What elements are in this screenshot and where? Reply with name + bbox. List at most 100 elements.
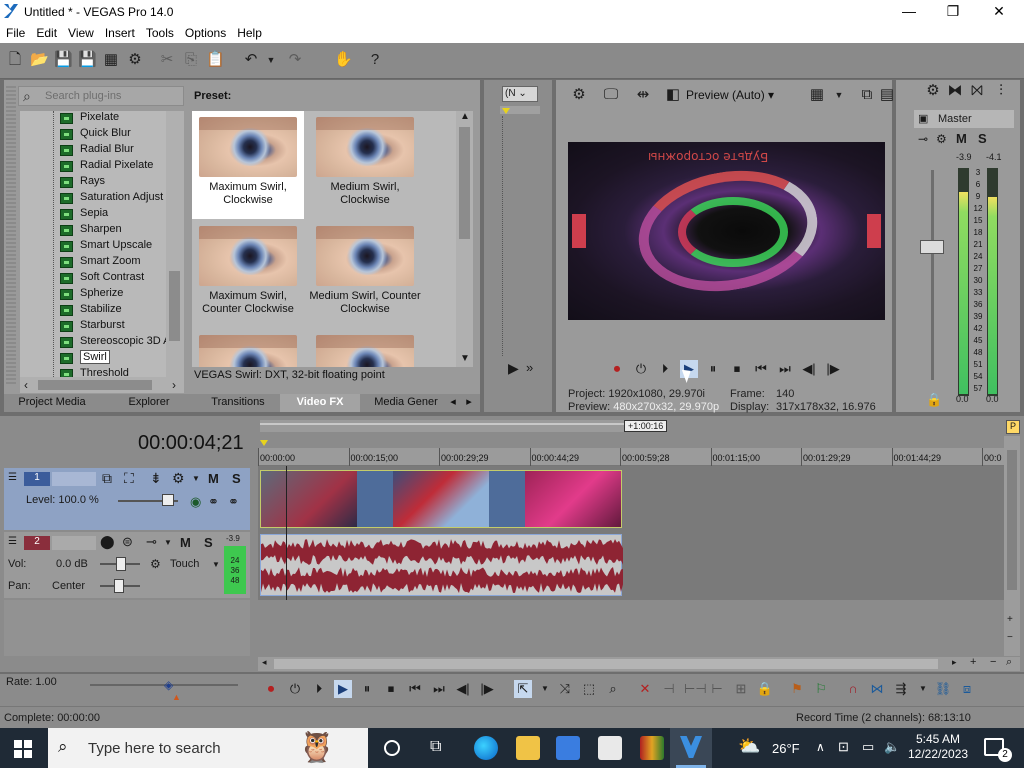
weather-icon[interactable]: ⛅	[738, 736, 760, 757]
scroll-left-icon[interactable]: ‹	[24, 378, 28, 392]
record-icon[interactable]: ⏺	[262, 680, 280, 698]
marker-bar[interactable]	[260, 420, 626, 432]
tool-dropdown-icon[interactable]: ▼	[536, 680, 554, 698]
loop-icon[interactable]: ⏻	[632, 360, 650, 378]
tab-media-generators[interactable]: Media Gener	[370, 394, 442, 412]
display-icon[interactable]: ▭	[862, 739, 874, 755]
undo-dropdown-icon[interactable]: ▼	[262, 51, 280, 69]
external-monitor-icon[interactable]: 🖵	[602, 86, 620, 104]
trimmer-dropdown[interactable]: (N ⌄	[502, 86, 538, 102]
network-icon[interactable]: ⊡	[838, 739, 849, 755]
grid-dropdown-icon[interactable]: ▼	[830, 86, 848, 104]
track-name-field[interactable]	[52, 472, 96, 486]
tab-project-media[interactable]: Project Media	[4, 394, 100, 412]
previous-frame-icon[interactable]: ◀|	[454, 680, 472, 698]
whats-this-icon[interactable]: ✋	[334, 51, 353, 69]
split-icon[interactable]: ⊞	[732, 680, 750, 698]
play-from-start-icon[interactable]: ⏵	[656, 360, 674, 378]
preview-settings-gear-icon[interactable]: ⚙	[570, 86, 588, 104]
master-fx-gear-icon[interactable]: ⚙	[924, 82, 942, 100]
tab-video-fx[interactable]: Video FX	[280, 394, 360, 412]
master-insert-icon[interactable]: ⊸	[918, 132, 928, 146]
ignore-grouping-icon[interactable]: ⧈	[958, 680, 976, 698]
task-view-icon[interactable]: ⧉	[430, 738, 441, 756]
open-icon[interactable]: 📂	[30, 51, 49, 69]
auto-ripple-icon[interactable]: ⇶	[892, 680, 910, 698]
lock-envelopes-icon[interactable]: ⛓	[934, 680, 952, 698]
normal-edit-tool-icon[interactable]: ⇱	[514, 680, 532, 698]
tab-explorer[interactable]: Explorer	[108, 394, 190, 412]
scroll-down-icon[interactable]: ▼	[460, 353, 470, 364]
trim-end-icon[interactable]: ⊢	[708, 680, 726, 698]
paste-icon[interactable]: 📋	[206, 51, 225, 69]
audio-track-header[interactable]: ☰ 2 ⬤ ⊜ ⊸ ▼ M S -3.9 24 36 48 Vol: 0.0 dB …	[4, 532, 250, 598]
help-icon[interactable]: ?	[366, 51, 384, 69]
vegas-taskbar-item[interactable]	[670, 728, 712, 768]
automation-gear-icon[interactable]: ⚙	[150, 557, 161, 571]
preset-max-swirl-cw[interactable]: Maximum Swirl, Clockwise	[192, 111, 304, 219]
preset-med-swirl-ccw[interactable]: Medium Swirl, Counter Clockwise	[309, 220, 421, 328]
video-event[interactable]	[260, 470, 622, 528]
snap-icon[interactable]: P	[1006, 420, 1020, 434]
scroll-right-icon[interactable]: ›	[172, 378, 176, 392]
file-explorer-icon[interactable]	[516, 736, 540, 760]
panel-grip[interactable]	[6, 86, 16, 386]
mixer-properties-icon[interactable]: ⫶	[992, 82, 1010, 100]
tab-transitions[interactable]: Transitions	[196, 394, 280, 412]
menu-tools[interactable]: Tools	[140, 24, 179, 40]
collapse-icon[interactable]: ☰	[8, 536, 17, 547]
playhead-cursor[interactable]	[286, 466, 287, 600]
time-ruler[interactable]: 00:00:00 00:00:15;00 00:00:29;29 00:00:44;2…	[258, 448, 1004, 466]
trim-icon[interactable]: ⊢⊣	[684, 680, 707, 698]
pan-crop-icon[interactable]: ⛶	[124, 470, 134, 487]
scroll-left-icon[interactable]: ◂	[262, 657, 267, 668]
master-fx-icon[interactable]: ⚙	[936, 132, 947, 146]
stop-icon[interactable]: ⏹	[728, 360, 746, 378]
snapping-icon[interactable]: ∩	[844, 680, 862, 698]
motion-icon[interactable]: ⧉	[102, 470, 112, 487]
record-icon[interactable]: ⏺	[608, 360, 626, 378]
scroll-up-icon[interactable]: ▲	[460, 111, 470, 122]
copy-snapshot-icon[interactable]: ⧉	[858, 86, 876, 104]
master-mute-button[interactable]: M	[956, 131, 967, 146]
tabs-right-icon[interactable]: ▸	[462, 394, 476, 412]
tabs-left-icon[interactable]: ◂	[446, 394, 460, 412]
delete-icon[interactable]: ✕	[636, 680, 654, 698]
undo-icon[interactable]: ↶	[242, 51, 260, 69]
scroll-thumb[interactable]	[459, 127, 470, 239]
preview-quality-dropdown[interactable]: Preview (Auto) ▾	[686, 88, 774, 102]
track-fx-icon[interactable]: ⚙	[172, 470, 185, 487]
render-icon[interactable]: ▦	[102, 51, 120, 69]
stop-icon[interactable]: ⏹	[382, 680, 400, 698]
go-to-start-icon[interactable]: ⏮	[406, 680, 424, 698]
plugin-search-input[interactable]: ⌕ Search plug-ins	[18, 86, 184, 106]
mute-button[interactable]: M	[208, 471, 219, 486]
previous-frame-icon[interactable]: ◀|	[800, 360, 818, 378]
cortana-icon[interactable]	[384, 740, 400, 756]
preset-thumb-partial[interactable]	[309, 329, 421, 367]
scroll-thumb[interactable]	[1007, 450, 1017, 590]
lock-icon[interactable]: 🔒	[926, 392, 942, 408]
zoom-tool-icon[interactable]: ⌕	[604, 680, 622, 698]
mute-button[interactable]: M	[180, 535, 191, 550]
cut-icon[interactable]: ✂	[158, 51, 176, 69]
start-button[interactable]	[14, 740, 32, 758]
edge-icon[interactable]	[474, 736, 498, 760]
compositing-icon[interactable]: ⇟	[150, 470, 162, 487]
composite-mode-icon[interactable]: ◉	[190, 494, 201, 510]
trim-start-icon[interactable]: ⊣	[660, 680, 678, 698]
menu-options[interactable]: Options	[179, 24, 231, 40]
menu-edit[interactable]: Edit	[30, 24, 62, 40]
redo-icon[interactable]: ↷	[286, 51, 304, 69]
arm-record-icon[interactable]: ⬤	[100, 534, 115, 550]
zoom-tool-icon[interactable]: ⌕	[1006, 656, 1012, 669]
play-icon[interactable]: ▶	[334, 680, 352, 698]
trimmer-next-icon[interactable]: »	[526, 360, 533, 375]
dropdown-icon[interactable]: ▼	[212, 560, 220, 569]
volume-icon[interactable]: 🔈	[884, 739, 900, 755]
envelope-tool-icon[interactable]: ⤨	[556, 680, 574, 698]
pause-icon[interactable]: ⏸	[704, 360, 722, 378]
master-fader-handle[interactable]	[920, 240, 944, 254]
auto-crossfade-icon[interactable]: ⋈	[868, 680, 886, 698]
new-project-icon[interactable]: 🗋	[6, 51, 24, 69]
